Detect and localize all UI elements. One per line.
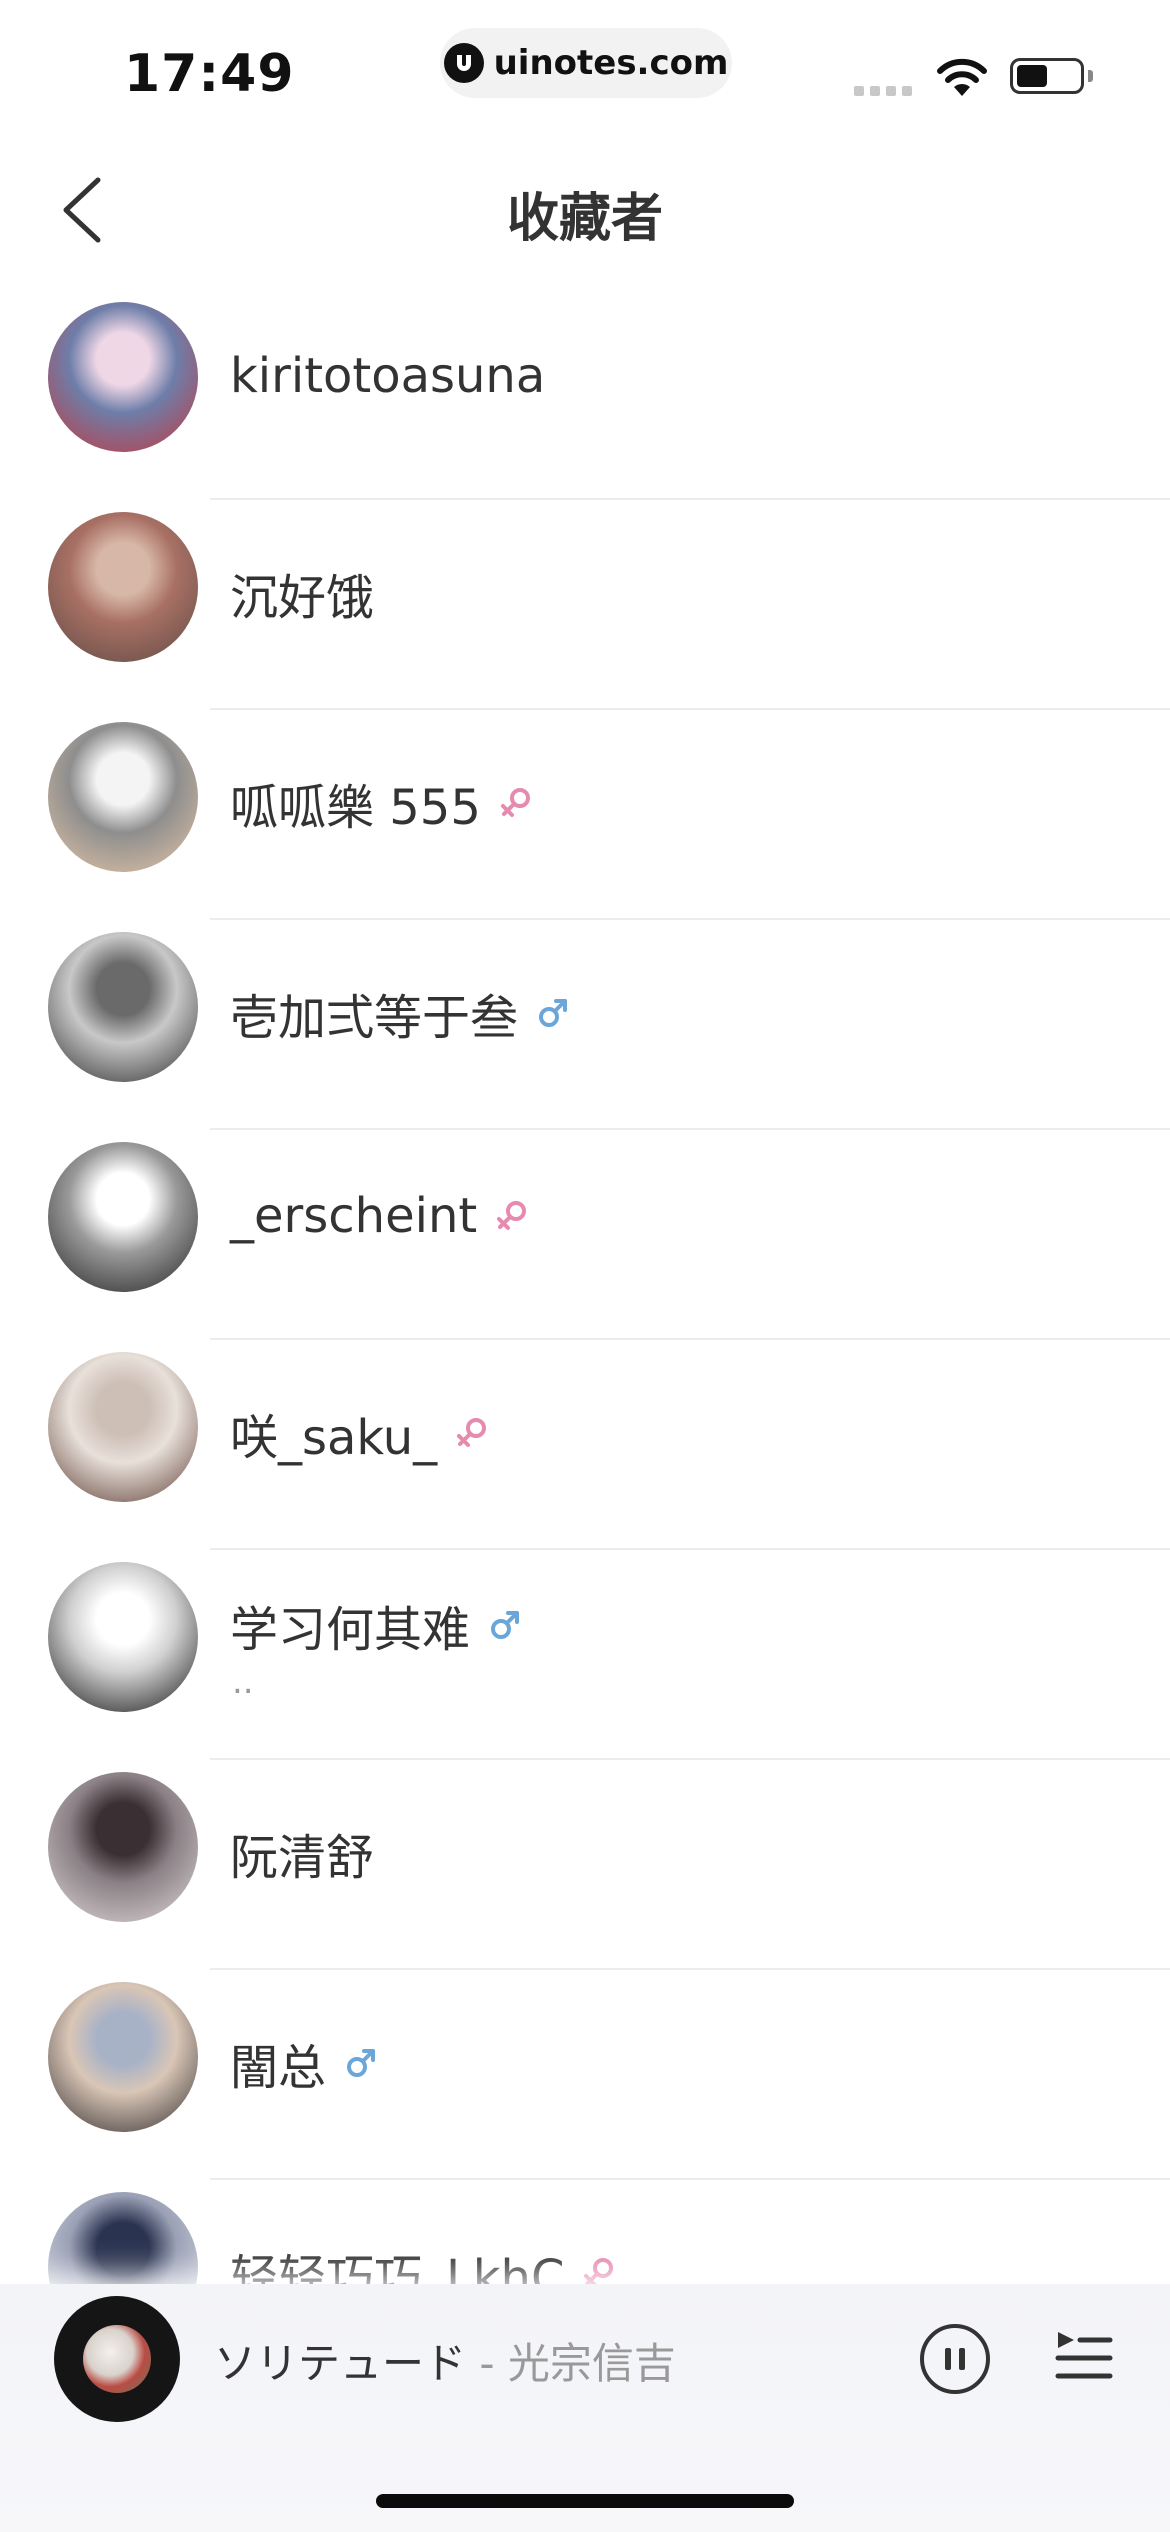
- username: 阮清舒: [230, 1830, 375, 1886]
- list-item[interactable]: 咲_saku_: [0, 1340, 1170, 1550]
- name-line: 阮清舒: [230, 1818, 374, 1888]
- username: kiritotoasuna: [230, 348, 546, 404]
- list-item[interactable]: 壱加弍等于叁: [0, 920, 1170, 1130]
- username: 呱呱樂 555: [230, 780, 481, 836]
- username: _erscheint: [230, 1188, 478, 1244]
- name-line: 沉好饿: [230, 558, 374, 628]
- username: 学习何其难: [230, 1602, 471, 1658]
- avatar[interactable]: [48, 1352, 198, 1502]
- name-line: 咲_saku_: [230, 1398, 489, 1468]
- name-line: 呱呱樂 555: [230, 768, 533, 838]
- site-logo-icon: [443, 43, 484, 83]
- female-icon: [455, 1416, 489, 1450]
- name-line: 闇总: [230, 2028, 378, 2098]
- list-item[interactable]: 沉好饿: [0, 500, 1170, 710]
- battery-icon: [1010, 58, 1084, 94]
- username: 壱加弍等于叁: [230, 990, 519, 1046]
- name-line: 学习何其难: [230, 1590, 522, 1660]
- list-item[interactable]: 闇总: [0, 1970, 1170, 2180]
- avatar[interactable]: [48, 512, 198, 662]
- status-time: 17:49: [124, 44, 295, 104]
- username: 沉好饿: [230, 570, 375, 626]
- nav-bar: 收藏者: [0, 150, 1170, 270]
- avatar[interactable]: [48, 1982, 198, 2132]
- avatar[interactable]: [48, 302, 198, 452]
- status-bar: 17:49 uinotes.com: [0, 0, 1170, 140]
- url-pill[interactable]: uinotes.com: [440, 28, 732, 98]
- name-line: _erscheint: [230, 1188, 529, 1244]
- wifi-icon: [937, 58, 987, 96]
- screen: 17:49 uinotes.com 收藏者 kiritotoasuna 沉好饿呱呱…: [0, 0, 1170, 2532]
- list-item[interactable]: 阮清舒: [0, 1760, 1170, 1970]
- list-item[interactable]: 学习何其难 ..: [0, 1550, 1170, 1760]
- male-icon: [344, 2046, 378, 2080]
- song-artist: - 光宗信吉: [466, 2339, 676, 2388]
- username: 咲_saku_: [230, 1410, 438, 1466]
- collectors-list: kiritotoasuna 沉好饿呱呱樂 555 壱加弍等于叁 _erschein…: [0, 290, 1170, 2390]
- page-title: 收藏者: [506, 189, 663, 249]
- playlist-icon[interactable]: [1054, 2326, 1114, 2386]
- list-item[interactable]: 呱呱樂 555: [0, 710, 1170, 920]
- avatar[interactable]: [48, 932, 198, 1082]
- url-text: uinotes.com: [493, 43, 729, 83]
- username: 闇总: [230, 2040, 327, 2096]
- cellular-signal-icon: [854, 86, 912, 96]
- list-item[interactable]: _erscheint: [0, 1130, 1170, 1340]
- avatar[interactable]: [48, 722, 198, 872]
- battery-tip: [1088, 70, 1093, 82]
- avatar[interactable]: [48, 1562, 198, 1712]
- home-indicator[interactable]: [376, 2494, 794, 2508]
- list-item[interactable]: kiritotoasuna: [0, 290, 1170, 500]
- name-line: 壱加弍等于叁: [230, 978, 570, 1048]
- name-line: kiritotoasuna: [230, 348, 545, 404]
- pause-button[interactable]: [920, 2324, 990, 2394]
- avatar[interactable]: [48, 1772, 198, 1922]
- song-title: ソリテュード: [214, 2339, 467, 2388]
- album-art: [83, 2325, 151, 2393]
- male-icon: [536, 996, 570, 1030]
- now-playing[interactable]: ソリテュード - 光宗信吉: [214, 2330, 676, 2391]
- user-signature: ..: [232, 1662, 254, 1702]
- avatar[interactable]: [48, 1142, 198, 1292]
- female-icon: [499, 786, 533, 820]
- female-icon: [495, 1199, 529, 1233]
- male-icon: [488, 1608, 522, 1642]
- album-disc[interactable]: [54, 2296, 180, 2422]
